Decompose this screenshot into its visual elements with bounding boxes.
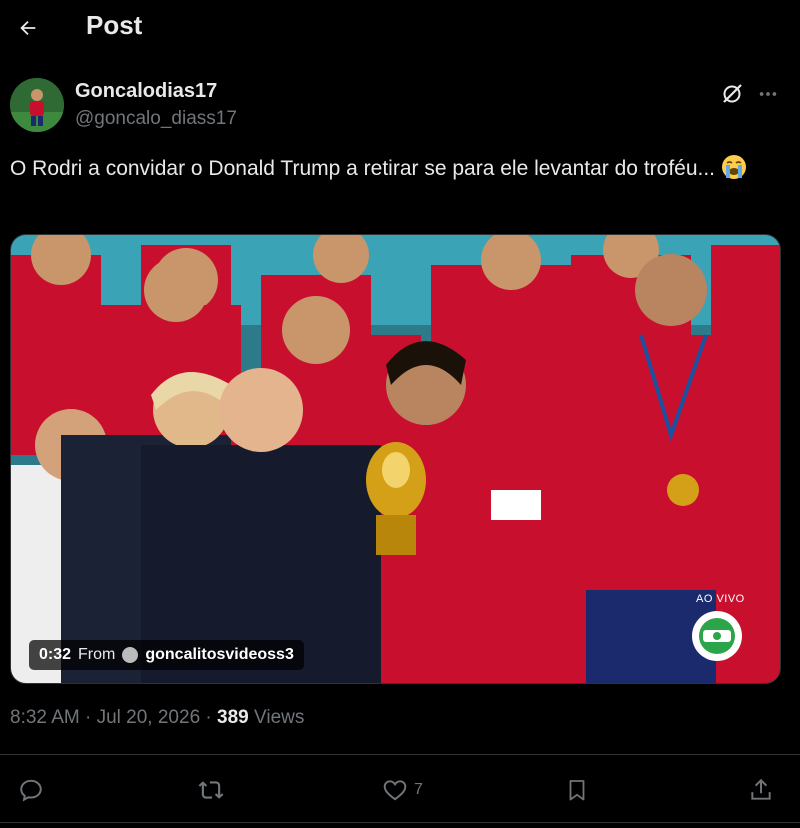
action-bar: 7	[0, 770, 800, 810]
video-player[interactable]: AO VIVO 0:32 From goncalitosvideoss3	[10, 234, 781, 684]
like-button[interactable]: 7	[382, 770, 423, 810]
share-button[interactable]	[748, 770, 774, 810]
post-text-content: O Rodri a convidar o Donald Trump a reti…	[10, 157, 716, 180]
divider	[0, 754, 800, 755]
meta-separator: ·	[205, 707, 218, 728]
live-label: AO VIVO	[696, 593, 745, 605]
grok-button[interactable]	[718, 80, 746, 108]
avatar[interactable]	[10, 78, 64, 132]
post-time[interactable]: 8:32 AM	[10, 707, 80, 728]
back-button[interactable]	[12, 12, 44, 44]
video-info-pill: 0:32 From goncalitosvideoss3	[29, 640, 304, 670]
share-icon	[751, 778, 771, 800]
meta-separator: ·	[85, 707, 97, 728]
repost-button[interactable]	[197, 770, 225, 810]
more-dots-icon	[759, 92, 777, 96]
bookmark-icon	[569, 780, 585, 801]
source-avatar	[122, 647, 139, 663]
repost-icon	[198, 781, 224, 799]
heart-icon	[383, 780, 407, 801]
tv-globo-logo-icon	[692, 611, 742, 661]
grok-icon	[723, 84, 742, 103]
like-count: 7	[414, 781, 423, 798]
reply-icon	[20, 779, 42, 802]
more-options-button[interactable]	[754, 80, 782, 108]
views-count: 389	[217, 707, 249, 728]
post-text: O Rodri a convidar o Donald Trump a reti…	[10, 153, 780, 185]
top-bar: Post	[0, 0, 800, 56]
views-label: Views	[254, 707, 305, 728]
arrow-left-icon	[20, 20, 36, 36]
author-name[interactable]: Goncalodias17	[75, 80, 217, 103]
divider	[0, 822, 800, 823]
video-duration: 0:32	[39, 646, 72, 663]
video-frame	[11, 235, 780, 683]
loudly-crying-face-icon	[721, 154, 747, 180]
page-title: Post	[86, 10, 143, 40]
post-date[interactable]: Jul 20, 2026	[97, 707, 201, 728]
reply-button[interactable]	[18, 770, 44, 810]
source-username[interactable]: goncalitosvideoss3	[145, 646, 294, 664]
post-meta: 8:32 AM · Jul 20, 2026 · 389 Views	[10, 707, 304, 729]
from-label: From	[78, 646, 116, 663]
author-handle[interactable]: @goncalo_diass17	[75, 108, 237, 130]
bookmark-button[interactable]	[565, 770, 589, 810]
